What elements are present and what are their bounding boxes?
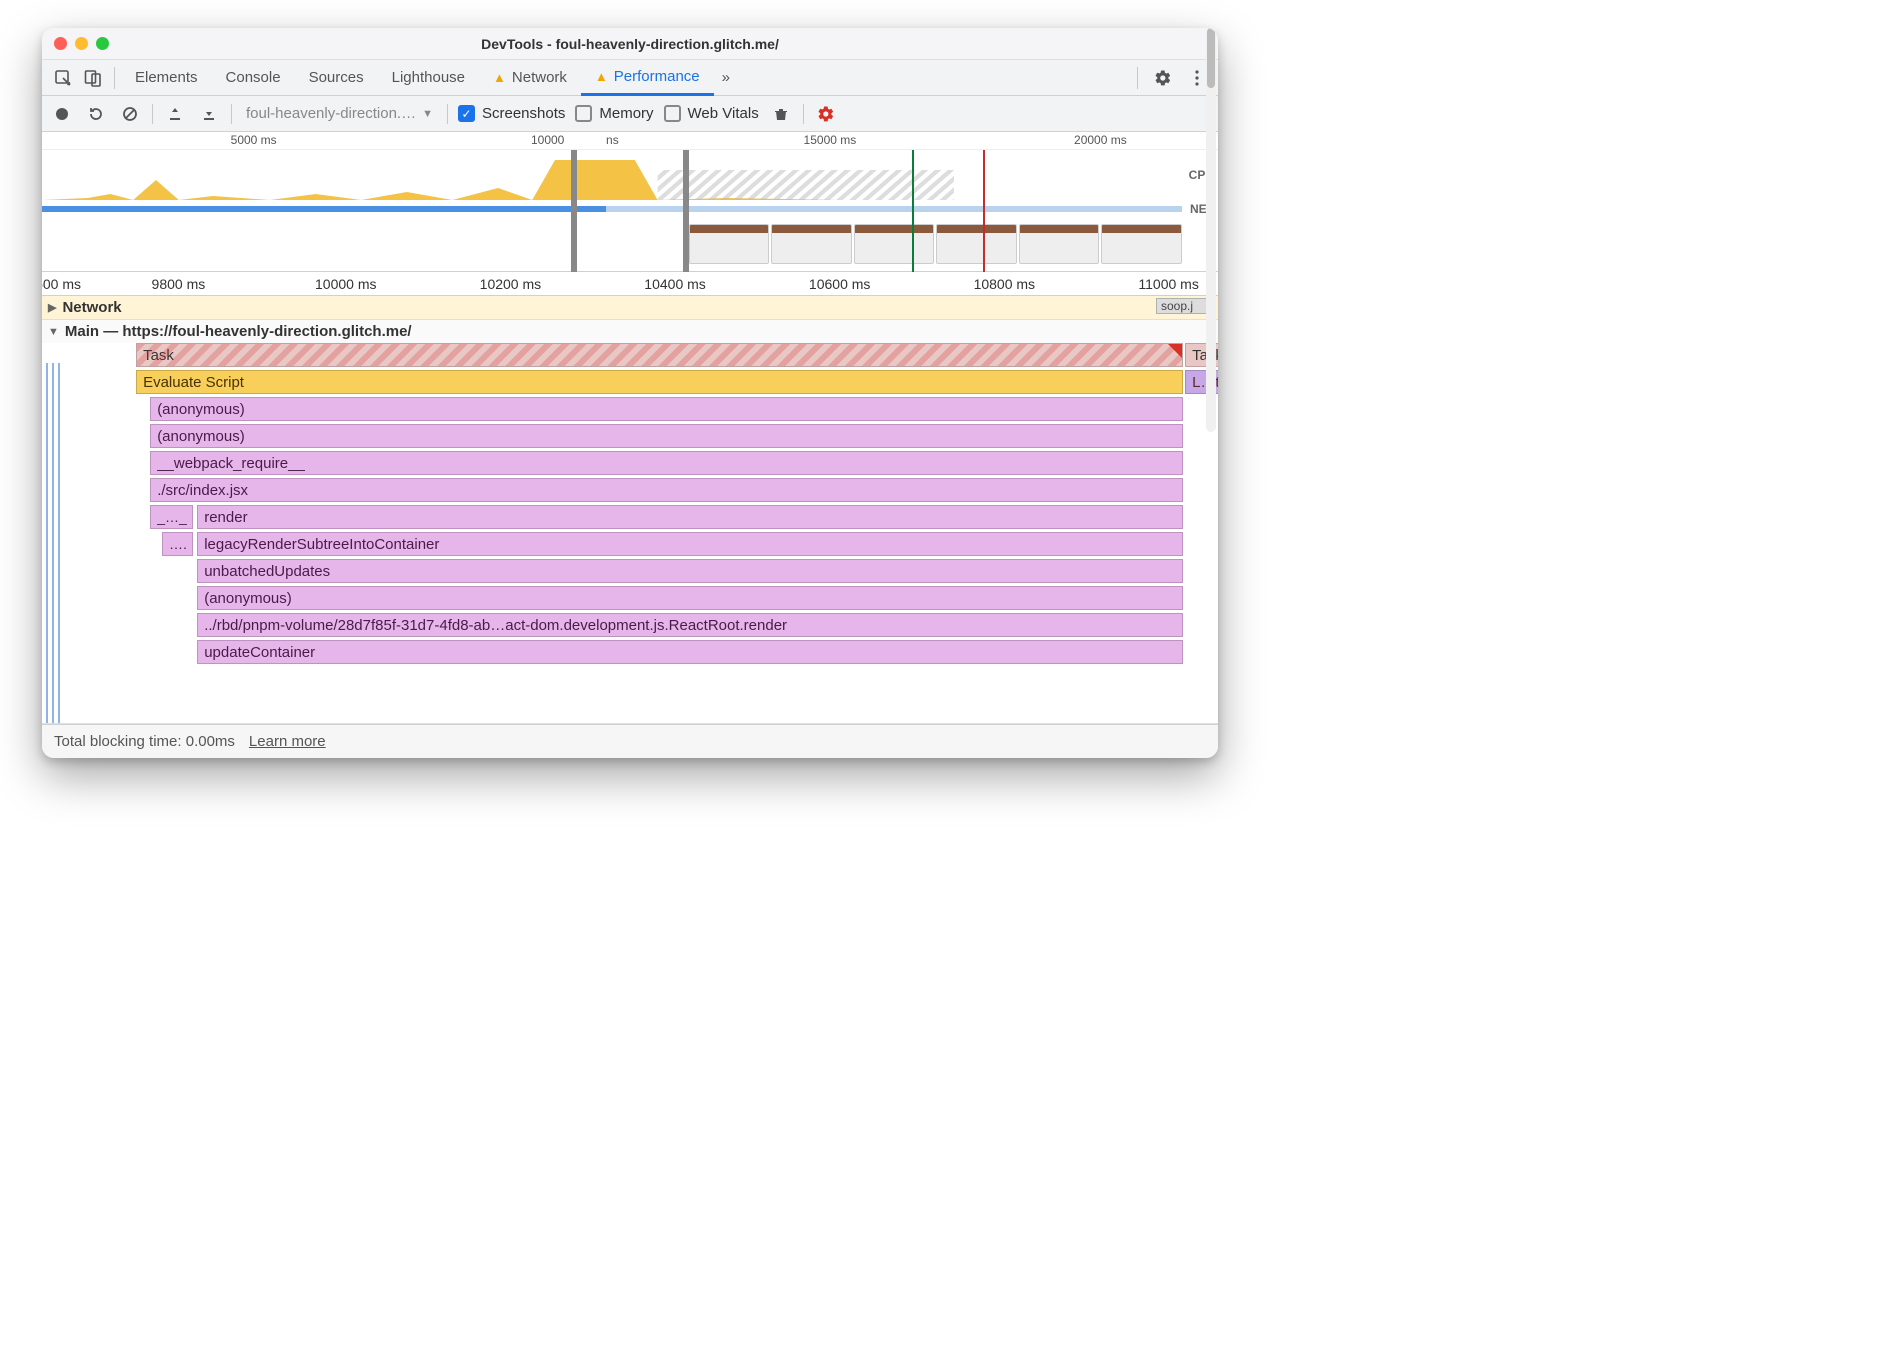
ruler-tick: 15000 ms	[804, 133, 857, 147]
disclosure-triangle-icon[interactable]: ▼	[48, 326, 59, 338]
disclosure-triangle-icon[interactable]: ▶	[48, 301, 56, 314]
inspect-icon[interactable]	[48, 63, 78, 93]
divider	[152, 104, 153, 124]
window-title: DevTools - foul-heavenly-direction.glitc…	[42, 36, 1218, 52]
filmstrip-thumb[interactable]	[854, 224, 935, 264]
timing-marker	[912, 150, 914, 272]
flame-bar[interactable]: _…_	[150, 505, 192, 529]
screenshots-checkbox[interactable]: ✓Screenshots	[458, 105, 565, 122]
titlebar: DevTools - foul-heavenly-direction.glitc…	[42, 28, 1218, 60]
divider	[1137, 67, 1138, 89]
learn-more-link[interactable]: Learn more	[249, 733, 326, 750]
filmstrip-thumb[interactable]	[689, 224, 770, 264]
ruler-tick: 10200 ms	[480, 276, 541, 292]
filmstrip-thumb[interactable]	[771, 224, 852, 264]
delete-profile-icon[interactable]	[769, 102, 793, 126]
ruler-tick: 10400 ms	[644, 276, 705, 292]
flame-bar[interactable]: (anonymous)	[197, 586, 1182, 610]
flame-bar[interactable]: Evaluate Script	[136, 370, 1183, 394]
tab-console[interactable]: Console	[212, 60, 295, 96]
webvitals-checkbox[interactable]: Web Vitals	[664, 105, 759, 122]
timing-marker	[983, 150, 985, 272]
tab-sources[interactable]: Sources	[295, 60, 378, 96]
main-track: ▼ Main — https://foul-heavenly-direction…	[42, 320, 1218, 724]
flame-bar[interactable]: (anonymous)	[150, 397, 1183, 421]
clear-button[interactable]	[118, 102, 142, 126]
ruler-tick: 10800 ms	[974, 276, 1035, 292]
save-profile-icon[interactable]	[197, 102, 221, 126]
settings-icon[interactable]	[1148, 63, 1178, 93]
filmstrip-thumb[interactable]	[1019, 224, 1100, 264]
ruler-tick: 10600 ms	[809, 276, 870, 292]
flame-bar[interactable]: legacyRenderSubtreeIntoContainer	[197, 532, 1182, 556]
main-track-label: Main — https://foul-heavenly-direction.g…	[65, 323, 412, 340]
filmstrip-thumb[interactable]	[936, 224, 1017, 264]
record-button[interactable]	[50, 102, 74, 126]
flame-bar[interactable]: ../rbd/pnpm-volume/28d7f85f-31d7-4fd8-ab…	[197, 613, 1182, 637]
overview-selection[interactable]	[571, 150, 689, 272]
tab-performance[interactable]: ▲ Performance	[581, 60, 714, 96]
filmstrip-thumb[interactable]	[1101, 224, 1182, 264]
close-icon[interactable]	[54, 37, 67, 50]
scrollbar[interactable]	[1206, 28, 1216, 432]
ruler-tick: 11000 ms	[1138, 276, 1198, 292]
ruler-tick: 20000 ms	[1074, 133, 1127, 147]
tab-network[interactable]: ▲ Network	[479, 60, 581, 96]
network-track-label: Network	[62, 299, 121, 316]
load-profile-icon[interactable]	[163, 102, 187, 126]
tab-elements[interactable]: Elements	[121, 60, 212, 96]
ruler-tick: ns	[606, 133, 619, 147]
warning-icon: ▲	[493, 70, 506, 85]
flame-bar[interactable]: updateContainer	[197, 640, 1182, 664]
flame-bar[interactable]: ./src/index.jsx	[150, 478, 1183, 502]
chevron-down-icon: ▼	[422, 108, 433, 120]
divider	[447, 104, 448, 124]
flame-bar[interactable]: unbatchedUpdates	[197, 559, 1182, 583]
panel-tabs: Elements Console Sources Lighthouse ▲ Ne…	[42, 60, 1218, 96]
device-toggle-icon[interactable]	[78, 63, 108, 93]
flame-bar[interactable]: __webpack_require__	[150, 451, 1183, 475]
tab-lighthouse[interactable]: Lighthouse	[378, 60, 479, 96]
screenshots-filmstrip	[689, 224, 1182, 264]
footer-status: Total blocking time: 0.00ms Learn more	[42, 724, 1218, 758]
total-blocking-time: Total blocking time: 0.00ms	[54, 733, 235, 750]
ruler-tick: 9800 ms	[152, 276, 206, 292]
divider	[231, 104, 232, 124]
performance-toolbar: foul-heavenly-direction.… ▼ ✓Screenshots…	[42, 96, 1218, 132]
divider	[803, 104, 804, 124]
ruler-tick: 5000 ms	[231, 133, 277, 147]
flame-bar[interactable]: ….	[162, 532, 193, 556]
devtools-window: DevTools - foul-heavenly-direction.glitc…	[42, 28, 1218, 758]
reload-record-button[interactable]	[84, 102, 108, 126]
overview-ruler: 5000 ms 10000 ns 15000 ms 20000 ms	[42, 132, 1218, 150]
ruler-tick: 10000 ms	[315, 276, 376, 292]
flame-bar[interactable]: Task	[136, 343, 1183, 367]
network-track[interactable]: ▶ Network soop.j	[42, 296, 1218, 320]
minimize-icon[interactable]	[75, 37, 88, 50]
tabs-overflow[interactable]: »	[714, 60, 738, 96]
divider	[114, 67, 115, 89]
flame-bar[interactable]: render	[197, 505, 1182, 529]
detail-ruler[interactable]: 500 ms 9800 ms 10000 ms 10200 ms 10400 ms 106…	[42, 272, 1218, 296]
warning-icon: ▲	[595, 69, 608, 84]
flame-bar[interactable]: (anonymous)	[150, 424, 1183, 448]
flame-chart[interactable]: TaskTaskEvaluate ScriptL…t(anonymous)(an…	[42, 343, 1218, 723]
memory-checkbox[interactable]: Memory	[575, 105, 653, 122]
capture-settings-icon[interactable]	[814, 102, 838, 126]
profile-select[interactable]: foul-heavenly-direction.… ▼	[242, 105, 437, 122]
timeline-overview[interactable]: 5000 ms10000ns15000 ms20000 ms CPU NET	[42, 132, 1218, 272]
ruler-tick: 10000	[531, 133, 564, 147]
ruler-tick: 500 ms	[42, 276, 81, 292]
zoom-icon[interactable]	[96, 37, 109, 50]
traffic-lights	[54, 37, 109, 50]
